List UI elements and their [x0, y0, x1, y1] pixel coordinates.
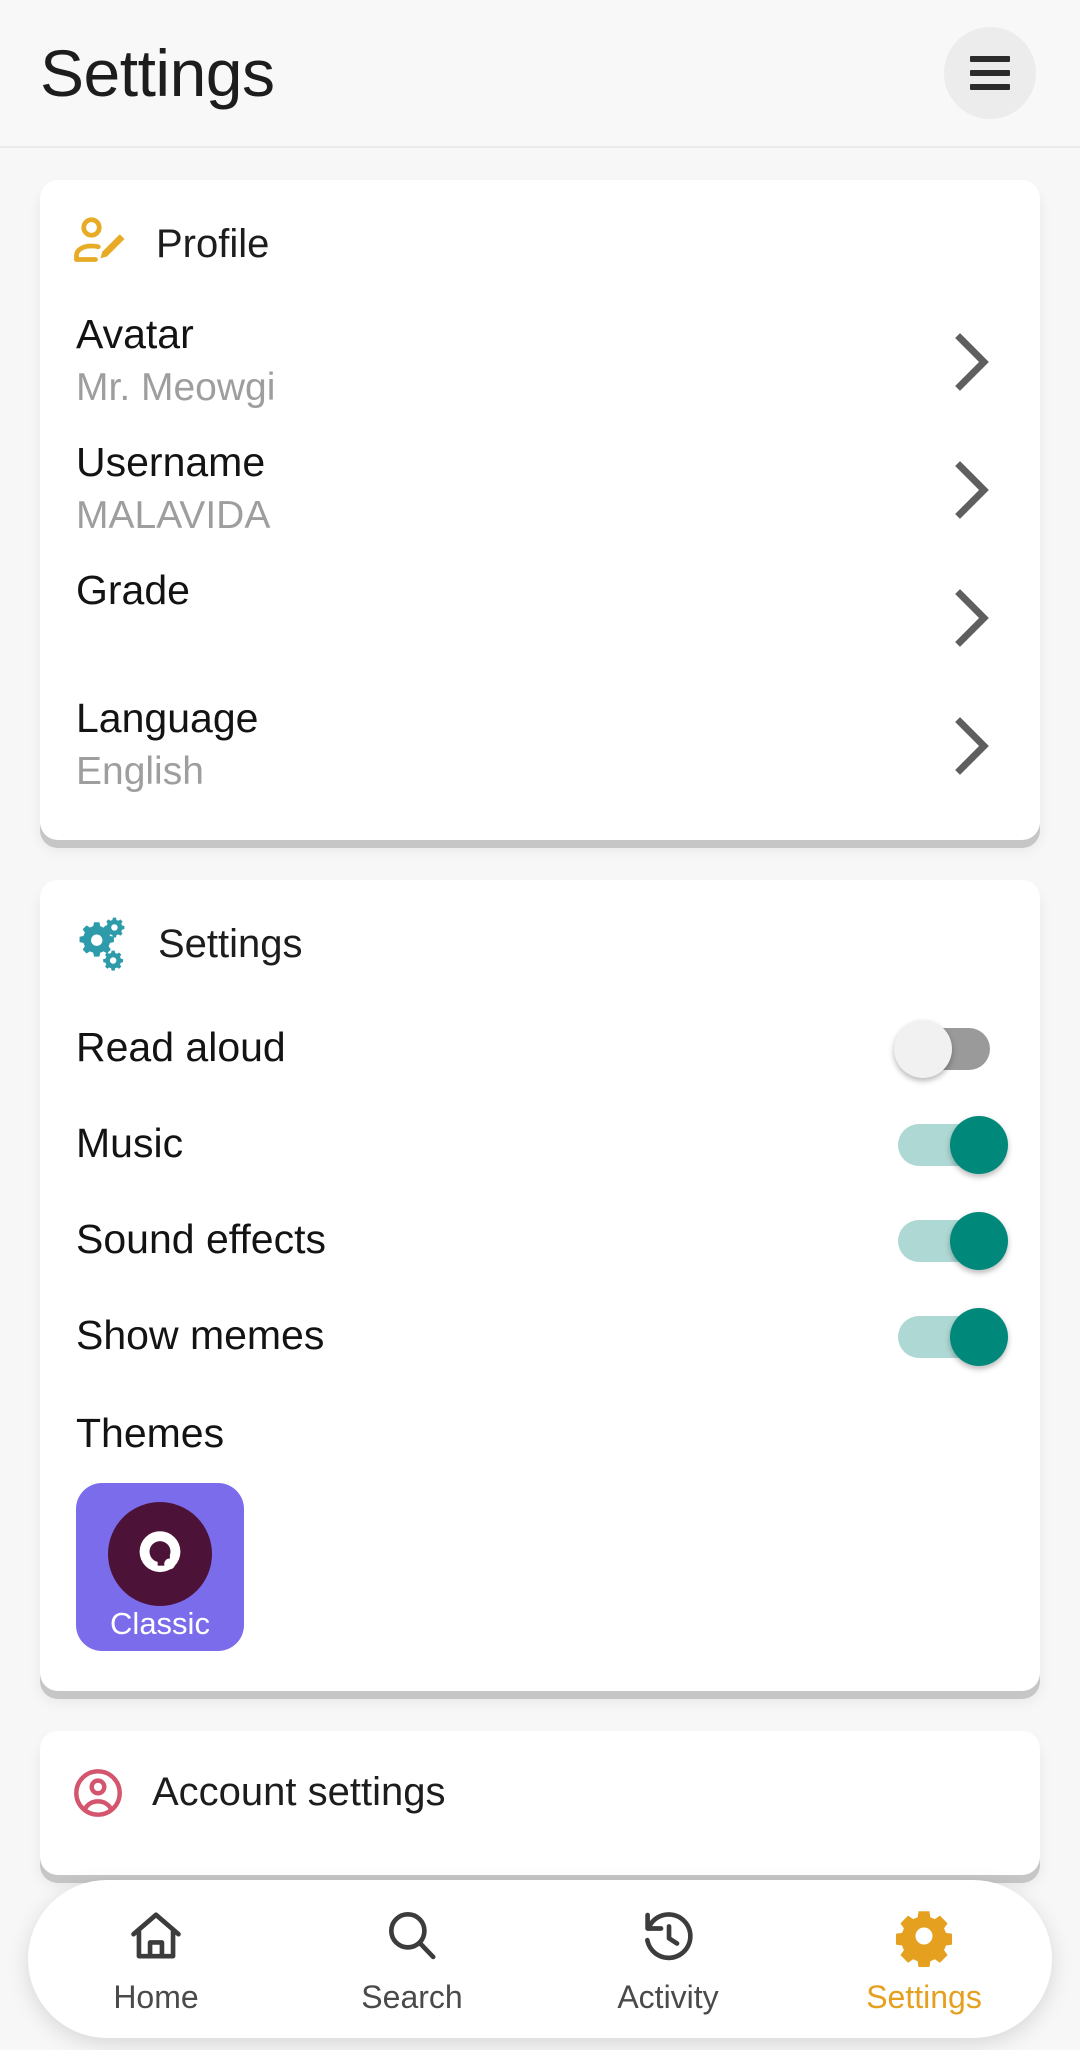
settings-card: Settings Read aloud Music Sound effects	[40, 879, 1040, 1691]
profile-row-avatar[interactable]: Avatar Mr. Meowgi	[70, 298, 1010, 426]
profile-row-language[interactable]: Language English	[70, 682, 1010, 810]
setting-row-read-aloud[interactable]: Read aloud	[70, 1000, 1010, 1096]
toggle-knob	[950, 1211, 1008, 1270]
profile-card-title: Profile	[156, 221, 270, 266]
page-title: Settings	[40, 36, 275, 110]
menu-bar-3	[970, 84, 1010, 90]
gears-icon	[79, 917, 125, 971]
row-label: Grade	[76, 566, 190, 613]
gear-icon	[895, 1911, 953, 1967]
row-value: Mr. Meowgi	[76, 365, 276, 409]
nav-label: Search	[361, 1979, 463, 2015]
nav-item-settings[interactable]: Settings	[796, 1880, 1052, 2038]
nav-item-activity[interactable]: Activity	[540, 1880, 796, 2038]
row-value: MALAVIDA	[76, 493, 271, 537]
profile-edit-icon	[74, 217, 125, 262]
chevron-right-icon	[955, 716, 989, 775]
app-header: Settings	[0, 0, 1080, 148]
nav-item-home[interactable]: Home	[28, 1880, 284, 2038]
chevron-right-icon	[955, 460, 989, 519]
account-card-title: Account settings	[152, 1770, 446, 1815]
row-value	[76, 622, 190, 668]
theme-name: Classic	[110, 1606, 210, 1642]
toggle-knob	[950, 1115, 1008, 1174]
account-settings-card: Account settings	[40, 1730, 1040, 1875]
account-card-header[interactable]: Account settings	[70, 1765, 1010, 1821]
setting-row-sound-effects[interactable]: Sound effects	[70, 1192, 1010, 1288]
theme-option-classic[interactable]: Classic	[76, 1482, 244, 1651]
account-circle-icon	[74, 1768, 122, 1817]
chevron-right-icon	[955, 333, 989, 391]
nav-label: Home	[113, 1979, 199, 2015]
setting-label: Read aloud	[76, 1024, 286, 1071]
profile-card-header: Profile	[70, 214, 1010, 274]
setting-label: Music	[76, 1120, 184, 1167]
bottom-navigation-bar: Home Search Activity Settings	[28, 1880, 1052, 2038]
settings-card-header: Settings	[70, 914, 1010, 976]
search-icon	[389, 1911, 436, 1960]
toggle-knob	[894, 1019, 952, 1078]
theme-list: Classic	[70, 1467, 1010, 1661]
settings-scroll-area[interactable]: Profile Avatar Mr. Meowgi Username MALAV…	[0, 148, 1080, 1875]
setting-row-show-memes[interactable]: Show memes	[70, 1288, 1010, 1384]
setting-label: Show memes	[76, 1312, 325, 1359]
menu-bar-1	[970, 56, 1010, 62]
settings-card-title: Settings	[158, 922, 303, 967]
row-label: Username	[76, 438, 266, 485]
nav-label: Settings	[866, 1979, 982, 2015]
menu-bar-2	[970, 70, 1010, 76]
row-label: Language	[76, 694, 259, 741]
home-icon	[131, 1912, 181, 1959]
row-label: Avatar	[76, 311, 194, 357]
read-aloud-toggle[interactable]	[894, 1019, 1002, 1078]
row-value: English	[76, 749, 204, 793]
q-logo-icon	[108, 1502, 212, 1607]
nav-item-search[interactable]: Search	[284, 1880, 540, 2038]
show-memes-toggle[interactable]	[898, 1307, 1008, 1366]
toggle-knob	[950, 1307, 1008, 1366]
profile-row-grade[interactable]: Grade	[70, 554, 1010, 682]
chevron-right-icon	[955, 588, 989, 647]
setting-row-music[interactable]: Music	[70, 1096, 1010, 1192]
music-toggle[interactable]	[898, 1115, 1008, 1174]
profile-row-username[interactable]: Username MALAVIDA	[70, 426, 1010, 554]
nav-label: Activity	[617, 1979, 719, 2015]
history-icon	[645, 1912, 693, 1961]
setting-label: Sound effects	[76, 1216, 326, 1263]
profile-card: Profile Avatar Mr. Meowgi Username MALAV…	[40, 180, 1040, 840]
sound-effects-toggle[interactable]	[898, 1211, 1008, 1270]
hamburger-menu-icon[interactable]	[944, 27, 1036, 119]
themes-label: Themes	[76, 1409, 225, 1456]
